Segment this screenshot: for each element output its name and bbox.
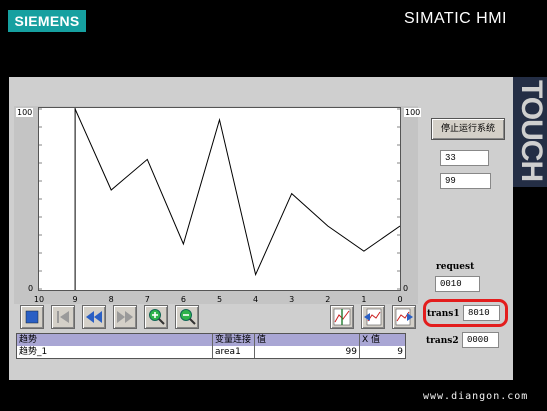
trans1-field[interactable]: 8010 — [463, 305, 500, 321]
zoom-out-icon-button[interactable] — [175, 305, 199, 329]
header-cell: 值 — [255, 334, 360, 346]
request-label: request — [436, 262, 475, 272]
table-cell: 99 — [255, 346, 360, 358]
trend-ruler-icon-button[interactable] — [330, 305, 354, 329]
watermark: www.diangon.com — [423, 391, 529, 402]
hmi-title: SIMATIC HMI — [404, 10, 507, 27]
trans2-field[interactable]: 0000 — [462, 332, 499, 348]
value-field-2[interactable]: 99 — [440, 173, 491, 189]
zoom-in-icon-button[interactable] — [144, 305, 168, 329]
fast-forward-icon-button[interactable] — [113, 305, 137, 329]
header-cell: 变量连接 — [213, 334, 255, 346]
value-field-1[interactable]: 33 — [440, 150, 489, 166]
rewind-icon-button[interactable] — [82, 305, 106, 329]
y-axis-right-top: 100 — [404, 108, 422, 117]
goto-first-icon-button[interactable] — [51, 305, 75, 329]
siemens-logo: SIEMENS — [8, 10, 86, 32]
table-cell: 9 — [397, 347, 403, 357]
trend-back-icon-button[interactable] — [361, 305, 385, 329]
trend-forward-icon-button[interactable] — [392, 305, 416, 329]
trend-value-table: 趋势 变量连接 值 X 值 趋势_1 area1 99 9 — [16, 333, 406, 359]
stop-runtime-button[interactable]: 停止运行系统 — [431, 118, 505, 140]
stop-icon-button[interactable] — [20, 305, 44, 329]
table-header: 趋势 变量连接 值 X 值 — [17, 334, 405, 346]
trend-plot[interactable] — [38, 107, 401, 291]
touch-label: TOUCH — [515, 80, 547, 182]
y-axis-right-bottom: 0 — [403, 284, 409, 293]
header-cell: 趋势 — [17, 334, 213, 346]
table-cell: 趋势_1 — [17, 346, 213, 358]
trend-series-line — [74, 108, 400, 277]
trans2-label: trans2 — [426, 336, 459, 346]
table-row[interactable]: 趋势_1 area1 99 9 — [17, 346, 405, 358]
y-axis-left-bottom: 0 — [28, 284, 34, 293]
trans1-label: trans1 — [427, 309, 460, 319]
request-field[interactable]: 0010 — [435, 276, 480, 292]
touch-logo: TOUCH — [513, 77, 547, 187]
table-cell: area1 — [213, 346, 255, 358]
header-cell: X 值 — [362, 335, 381, 345]
y-axis-left-top: 100 — [16, 108, 34, 117]
